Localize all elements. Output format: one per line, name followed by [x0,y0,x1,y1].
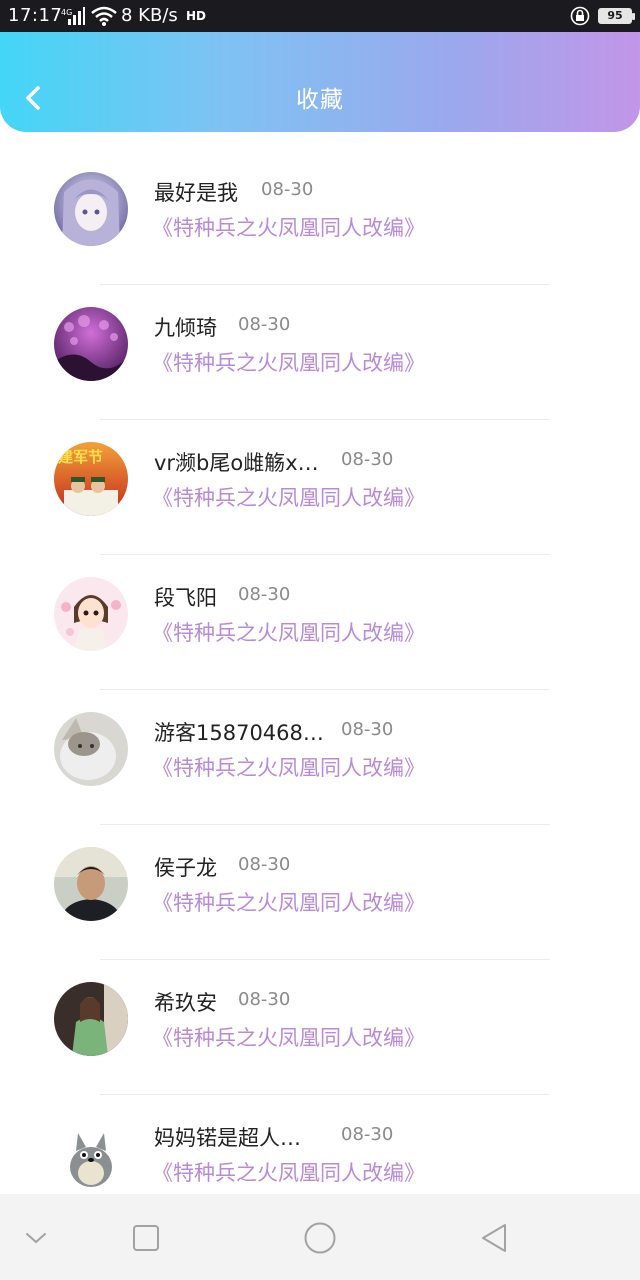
avatar[interactable] [54,847,128,921]
date: 08-30 [341,1124,394,1145]
avatar[interactable]: 建军节 [54,442,128,516]
list-item[interactable]: 侯子龙 08-30 《特种兵之火凤凰同人改编》 [0,825,640,960]
avatar[interactable] [54,307,128,381]
svg-text:建军节: 建军节 [58,448,103,466]
hd-badge: HD [186,9,207,23]
wifi-icon [91,6,117,26]
list-item[interactable]: 妈妈锘是超人… 08-30 《特种兵之火凤凰同人改编》 [0,1095,640,1194]
network-speed: 8 KB/s [121,5,178,26]
user-name: 希玖安 [154,991,217,1015]
home-button[interactable] [300,1218,340,1258]
book-title[interactable]: 《特种兵之火凤凰同人改编》 [152,212,425,242]
book-title[interactable]: 《特种兵之火凤凰同人改编》 [152,1022,425,1052]
user-name: 侯子龙 [154,856,217,880]
book-title[interactable]: 《特种兵之火凤凰同人改编》 [152,482,425,512]
header: 收藏 [0,32,640,132]
date: 08-30 [238,314,291,335]
favorites-list: 最好是我 08-30 《特种兵之火凤凰同人改编》 九倾琦 08-30 《特种兵之… [0,150,640,1194]
list-item[interactable]: 段飞阳 08-30 《特种兵之火凤凰同人改编》 [0,555,640,690]
date: 08-30 [261,179,314,200]
avatar[interactable] [54,712,128,786]
user-name: 最好是我 [154,181,238,205]
date: 08-30 [238,584,291,605]
list-item[interactable]: 建军节 vr濒b尾o雌觞x… 08-30 《特种兵之火凤凰同人改编》 [0,420,640,555]
page-title: 收藏 [296,87,344,113]
list-item[interactable]: 九倾琦 08-30 《特种兵之火凤凰同人改编》 [0,285,640,420]
book-title[interactable]: 《特种兵之火凤凰同人改编》 [152,887,425,917]
list-item[interactable]: 最好是我 08-30 《特种兵之火凤凰同人改编》 [0,150,640,285]
user-name: 妈妈锘是超人… [154,1126,301,1150]
avatar[interactable] [54,982,128,1056]
list-item[interactable]: 希玖安 08-30 《特种兵之火凤凰同人改编》 [0,960,640,1095]
user-name: 段飞阳 [154,586,217,610]
avatar[interactable] [54,577,128,651]
system-nav-bar [0,1194,640,1280]
user-name: vr濒b尾o雌觞x… [154,451,319,475]
book-title[interactable]: 《特种兵之火凤凰同人改编》 [152,617,425,647]
avatar[interactable] [54,172,128,246]
signal-icons: 4G [61,6,117,26]
date: 08-30 [238,989,291,1010]
date: 08-30 [341,449,394,470]
date: 08-30 [341,719,394,740]
status-bar: 17:17 4G 8 KB/s HD 95 [0,0,640,32]
chevron-down-icon[interactable] [16,1218,56,1258]
user-name: 游客15870468… [154,721,324,745]
book-title[interactable]: 《特种兵之火凤凰同人改编》 [152,347,425,377]
back-triangle-button[interactable] [474,1218,514,1258]
svg-text:4G: 4G [61,8,72,17]
book-title[interactable]: 《特种兵之火凤凰同人改编》 [152,752,425,782]
date: 08-30 [238,854,291,875]
status-time: 17:17 [8,5,63,26]
battery-indicator: 95 [598,8,635,24]
user-name: 九倾琦 [154,316,217,340]
book-title[interactable]: 《特种兵之火凤凰同人改编》 [152,1157,425,1187]
lock-rotation-icon [570,6,590,26]
cellular-signal-icon: 4G [61,7,85,25]
list-item[interactable]: 游客15870468… 08-30 《特种兵之火凤凰同人改编》 [0,690,640,825]
recent-apps-button[interactable] [126,1218,166,1258]
avatar[interactable] [54,1117,128,1191]
